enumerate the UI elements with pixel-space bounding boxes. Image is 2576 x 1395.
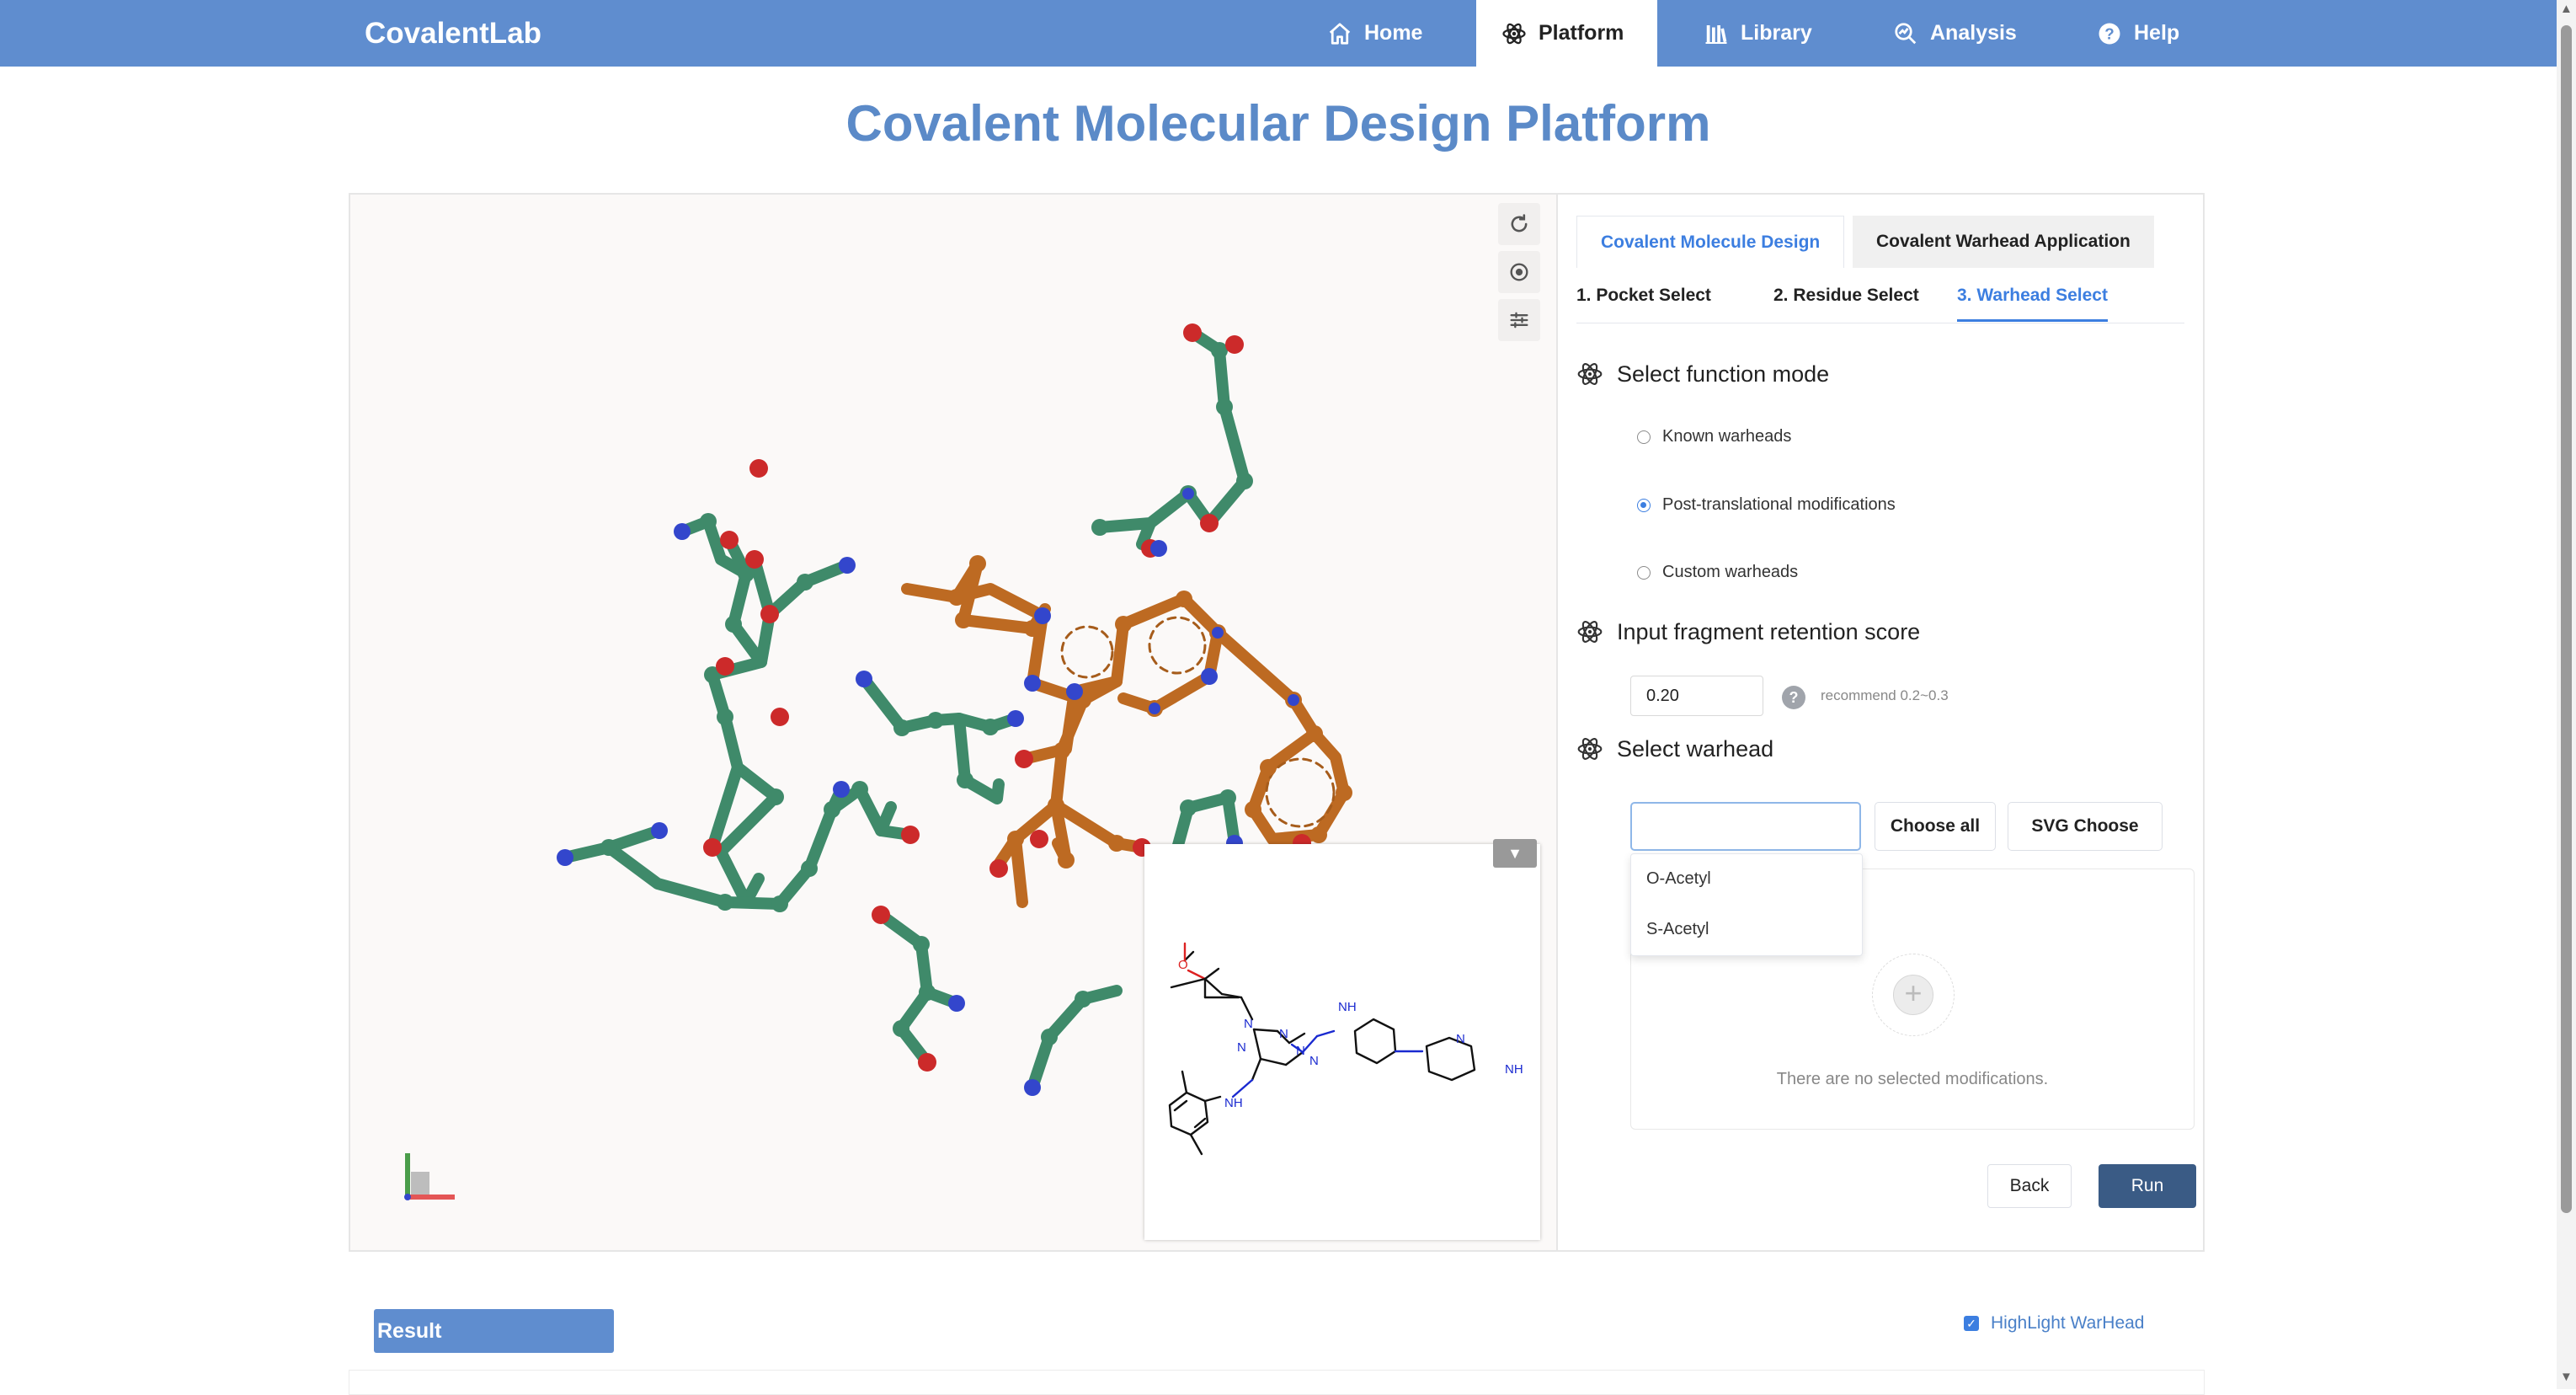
- svg-text:N: N: [1279, 1027, 1288, 1041]
- radio-label: Known warheads: [1662, 427, 1792, 446]
- atom-icon: [1502, 23, 1526, 44]
- nav-home[interactable]: Home: [1302, 0, 1476, 67]
- atom-labels: O N N N N N NH NH N NH: [1178, 958, 1523, 1110]
- empty-state-text: There are no selected modifications.: [1776, 1070, 2049, 1088]
- svg-text:N: N: [1237, 1040, 1246, 1055]
- warhead-control-panel: Covalent Molecule Design Covalent Warhea…: [1556, 195, 2205, 1250]
- nav-platform-label: Platform: [1539, 21, 1624, 45]
- nav-library-label: Library: [1741, 21, 1812, 45]
- step-residue-select[interactable]: 2. Residue Select: [1773, 286, 1919, 319]
- svg-choose-button[interactable]: SVG Choose: [2008, 802, 2163, 851]
- target-icon: [1510, 263, 1528, 281]
- function-mode-heading: Select function mode: [1576, 361, 1829, 388]
- warhead-dropdown: O-Acetyl S-Acetyl: [1630, 853, 1863, 956]
- svg-text:NH: NH: [1338, 1000, 1357, 1014]
- run-button[interactable]: Run: [2099, 1164, 2196, 1208]
- choose-all-button[interactable]: Choose all: [1875, 802, 1996, 851]
- svg-text:O: O: [1178, 958, 1188, 972]
- svg-text:?: ?: [2104, 24, 2114, 42]
- aromatic-rings: [1060, 616, 1336, 828]
- analysis-icon: [1895, 22, 1917, 44]
- warhead-search-input[interactable]: [1630, 802, 1861, 851]
- nav-help[interactable]: ? Help: [2072, 0, 2240, 67]
- help-question-icon[interactable]: ?: [1782, 686, 1805, 709]
- svg-text:NH: NH: [1505, 1062, 1523, 1077]
- scroll-up-arrow-icon[interactable]: ▲: [2560, 2, 2573, 16]
- sliders-icon: [1510, 312, 1528, 329]
- nav-analysis[interactable]: Analysis: [1868, 0, 2049, 67]
- brand-logo[interactable]: CovalentLab: [365, 0, 541, 67]
- radio-custom-warheads[interactable]: Custom warheads: [1637, 563, 1798, 582]
- molecule-2d-structure: O N N N N N NH NH N NH: [1168, 942, 1523, 1156]
- radio-circle[interactable]: [1637, 430, 1651, 444]
- recommend-hint: recommend 0.2~0.3: [1821, 687, 1949, 703]
- highlight-warhead-label: HighLight WarHead: [1991, 1313, 2145, 1333]
- nav-analysis-label: Analysis: [1930, 21, 2017, 45]
- back-button[interactable]: Back: [1987, 1164, 2072, 1208]
- library-icon: [1705, 24, 1727, 44]
- tab-covalent-molecule-design[interactable]: Covalent Molecule Design: [1576, 216, 1845, 268]
- function-mode-title: Select function mode: [1617, 361, 1830, 387]
- radio-label: Custom warheads: [1662, 563, 1799, 581]
- design-card: ▼ O N N N N N NH NH N NH Covalent Molecu…: [349, 193, 2205, 1252]
- refresh-icon: [1511, 214, 1528, 232]
- top-navbar: CovalentLab Home Platform Library Analys…: [0, 0, 2557, 67]
- retention-score-heading: Input fragment retention score: [1576, 618, 1920, 645]
- atom-icon: [1577, 363, 1603, 385]
- radio-known-warheads[interactable]: Known warheads: [1637, 427, 1791, 446]
- center-view-button[interactable]: [1498, 251, 1540, 293]
- select-warhead-heading: Select warhead: [1576, 735, 1773, 762]
- nav-help-label: Help: [2134, 21, 2180, 45]
- help-circle-icon: ?: [2099, 23, 2120, 44]
- scroll-down-arrow-icon[interactable]: ▼: [2560, 1370, 2573, 1384]
- svg-text:N: N: [1309, 1054, 1319, 1068]
- dropdown-option-o-acetyl[interactable]: O-Acetyl: [1646, 869, 1711, 889]
- svg-text:NH: NH: [1224, 1096, 1243, 1110]
- add-modification-button[interactable]: +: [1872, 954, 1955, 1036]
- molecule-3d-viewer[interactable]: ▼ O N N N N N NH NH N NH: [350, 195, 1558, 1250]
- collapse-2d-button[interactable]: ▼: [1493, 839, 1537, 868]
- radio-label: Post-translational modifications: [1662, 495, 1896, 514]
- atom-icon: [1577, 738, 1603, 760]
- scroll-thumb[interactable]: [2561, 25, 2572, 1213]
- step-warhead-select[interactable]: 3. Warhead Select: [1957, 286, 2108, 322]
- axes-gizmo: [404, 1153, 455, 1200]
- select-warhead-title: Select warhead: [1617, 735, 1774, 762]
- triangle-down-icon: ▼: [1507, 844, 1523, 862]
- svg-text:N: N: [1296, 1044, 1305, 1058]
- retention-score-input[interactable]: 0.20: [1630, 676, 1763, 716]
- molecule-2d-panel: ▼ O N N N N N NH NH N NH: [1144, 839, 1540, 1240]
- radio-circle[interactable]: [1637, 565, 1651, 580]
- step-pocket-select[interactable]: 1. Pocket Select: [1576, 286, 1711, 319]
- atom-icon: [1577, 621, 1603, 643]
- page-title: Covalent Molecular Design Platform: [845, 95, 1711, 152]
- svg-text:N: N: [1456, 1032, 1465, 1046]
- tab-covalent-warhead-application[interactable]: Covalent Warhead Application: [1853, 216, 2154, 268]
- reset-view-button[interactable]: [1498, 203, 1540, 245]
- dropdown-option-s-acetyl[interactable]: S-Acetyl: [1646, 920, 1709, 939]
- checkbox-checked-icon[interactable]: ✓: [1964, 1316, 1979, 1331]
- viewer-settings-button[interactable]: [1498, 299, 1540, 341]
- highlight-warhead-toggle[interactable]: ✓ HighLight WarHead: [1964, 1313, 2144, 1334]
- result-card: [349, 1370, 2205, 1395]
- result-header: Result: [374, 1309, 614, 1353]
- nav-home-label: Home: [1364, 21, 1423, 45]
- nav-library[interactable]: Library: [1678, 0, 1859, 67]
- page-scrollbar[interactable]: ▲ ▼: [2557, 0, 2576, 1389]
- nav-platform[interactable]: Platform: [1476, 0, 1657, 67]
- plus-icon: +: [1893, 975, 1933, 1015]
- radio-post-translational-modifications[interactable]: Post-translational modifications: [1637, 495, 1896, 515]
- svg-text:N: N: [1244, 1017, 1253, 1031]
- radio-circle-selected[interactable]: [1637, 498, 1651, 512]
- retention-score-title: Input fragment retention score: [1617, 618, 1921, 644]
- home-icon: [1329, 22, 1351, 45]
